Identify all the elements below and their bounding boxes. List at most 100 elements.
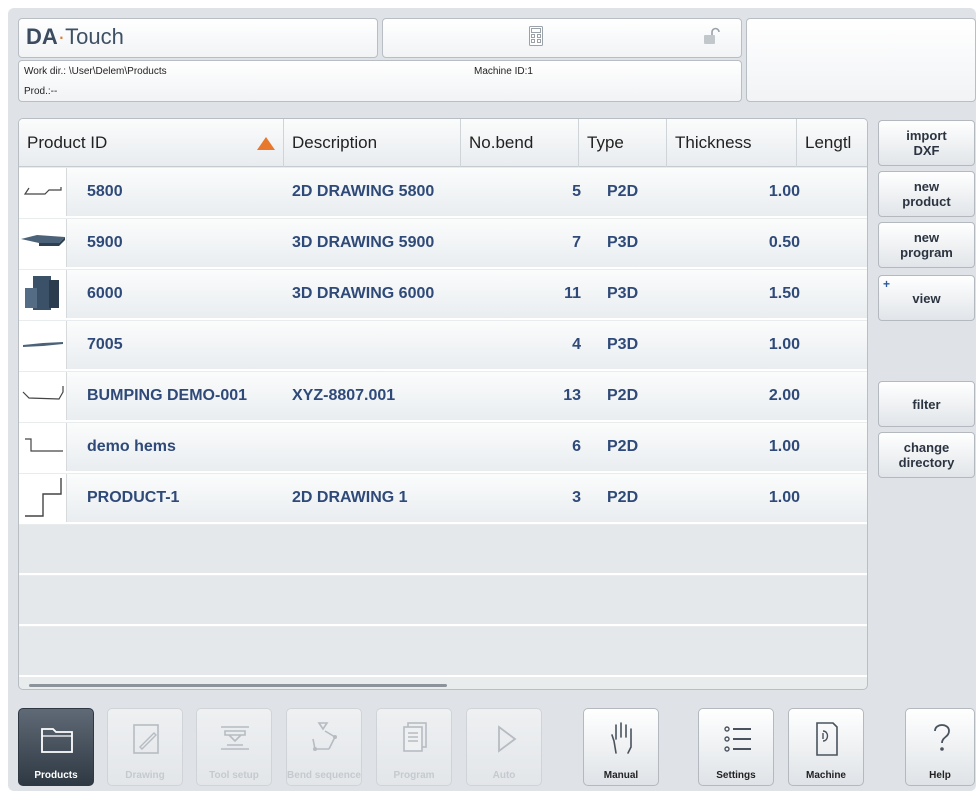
- change-directory-label-2: directory: [898, 455, 955, 470]
- table-row[interactable]: demo hems 6 P2D 1.00: [19, 423, 867, 473]
- table-row[interactable]: BUMPING DEMO-001 XYZ-8807.001 13 P2D 2.0…: [19, 372, 867, 422]
- cell-bends: 13: [563, 387, 581, 404]
- nav-manual[interactable]: Manual: [583, 708, 659, 786]
- cell-thickness: 1.00: [768, 183, 800, 200]
- change-directory-label-1: change: [903, 440, 950, 455]
- cell-bends: 11: [564, 285, 581, 302]
- nav-settings[interactable]: Settings: [698, 708, 774, 786]
- table-header: Product ID Description No.bend Type Thic…: [19, 119, 867, 167]
- nav-machine[interactable]: Machine: [788, 708, 864, 786]
- 2d-outline-thumbnail: [19, 372, 67, 420]
- nav-machine-label: Machine: [805, 770, 846, 781]
- bend-sequence-icon: [312, 722, 337, 751]
- cell-description: 3D DRAWING 6000: [292, 285, 435, 302]
- machine-icon: [816, 722, 838, 756]
- cell-product-id: 7005: [87, 336, 123, 353]
- column-thickness[interactable]: Thickness: [667, 119, 797, 167]
- cell-bends: 5: [572, 183, 581, 200]
- cell-thickness: 2.00: [768, 387, 800, 404]
- logo-rest: Touch: [65, 24, 124, 49]
- drawing-icon: [133, 724, 159, 754]
- cell-description: 2D DRAWING 5800: [292, 183, 435, 200]
- cell-thickness: 0.50: [768, 234, 800, 251]
- status-box: [382, 18, 742, 58]
- import-dxf-button[interactable]: import DXF: [878, 120, 975, 166]
- nav-auto-label: Auto: [492, 770, 516, 781]
- change-directory-button[interactable]: change directory: [878, 432, 975, 478]
- nav-bend-sequence[interactable]: Bend sequence: [286, 708, 362, 786]
- horizontal-scrollbar[interactable]: [29, 684, 447, 687]
- cell-type: P2D: [607, 489, 639, 506]
- cell-thickness: 1.00: [768, 489, 800, 506]
- logo-separator: ·: [57, 24, 66, 49]
- cell-product-id: 5800: [87, 183, 123, 200]
- view-label: view: [912, 290, 941, 306]
- nav-auto[interactable]: Auto: [466, 708, 542, 786]
- cell-type: P3D: [607, 285, 639, 302]
- 3d-part-thumbnail: [19, 270, 67, 318]
- cell-product-id: 6000: [87, 285, 123, 302]
- nav-help[interactable]: Help: [905, 708, 975, 786]
- cell-bends: 3: [572, 489, 581, 506]
- hand-icon: [611, 722, 632, 754]
- table-row[interactable]: 6000 3D DRAWING 6000 11 P3D 1.50: [19, 270, 867, 320]
- logo-bold: DA: [26, 24, 58, 49]
- cell-description: 2D DRAWING 1: [292, 489, 408, 506]
- new-program-label-1: new: [913, 230, 940, 245]
- table-row[interactable]: 7005 4 P3D 1.00: [19, 321, 867, 371]
- tool-setup-icon: [221, 726, 249, 750]
- cell-product-id: BUMPING DEMO-001: [87, 387, 248, 404]
- nav-settings-label: Settings: [716, 770, 756, 781]
- new-product-label-1: new: [913, 179, 940, 194]
- program-icon: [403, 722, 427, 752]
- nav-manual-label: Manual: [603, 770, 639, 781]
- cell-product-id: PRODUCT-1: [87, 489, 180, 506]
- import-dxf-label-1: import: [906, 128, 947, 143]
- plus-icon: +: [883, 277, 891, 291]
- cell-thickness: 1.00: [768, 438, 800, 455]
- table-row[interactable]: 5900 3D DRAWING 5900 7 P3D 0.50: [19, 219, 867, 269]
- empty-row: [19, 525, 867, 575]
- header-right-box: [746, 18, 976, 102]
- folder-icon: [41, 728, 73, 753]
- column-length[interactable]: Lengtl: [797, 119, 867, 167]
- new-program-button[interactable]: new program: [878, 222, 975, 268]
- nav-help-label: Help: [929, 770, 951, 781]
- cell-type: P3D: [607, 234, 639, 251]
- new-program-label-2: program: [900, 245, 953, 260]
- empty-row: [19, 627, 867, 677]
- cell-type: P2D: [607, 183, 639, 200]
- table-row[interactable]: 5800 2D DRAWING 5800 5 P2D 1.00: [19, 168, 867, 218]
- filter-button[interactable]: filter: [878, 381, 975, 427]
- new-product-label-2: product: [902, 194, 951, 209]
- cell-product-id: 5900: [87, 234, 123, 251]
- 2d-outline-thumbnail: [19, 168, 67, 216]
- nav-tool-setup-label: Tool setup: [209, 770, 259, 781]
- nav-program[interactable]: Program: [376, 708, 452, 786]
- empty-row: [19, 576, 867, 626]
- settings-list-icon: [724, 726, 751, 752]
- column-no-bend[interactable]: No.bend: [461, 119, 579, 167]
- unlocked-padlock-icon[interactable]: [703, 27, 721, 45]
- nav-drawing[interactable]: Drawing: [107, 708, 183, 786]
- machine-id-text: Machine ID:1: [474, 66, 533, 77]
- cell-bends: 6: [572, 438, 581, 455]
- table-row[interactable]: PRODUCT-1 2D DRAWING 1 3 P2D 1.00: [19, 474, 867, 524]
- nav-tool-setup[interactable]: Tool setup: [196, 708, 272, 786]
- 3d-part-thumbnail: [19, 219, 67, 267]
- 2d-outline-thumbnail: [19, 474, 67, 522]
- column-type[interactable]: Type: [579, 119, 667, 167]
- question-icon: [934, 724, 950, 751]
- nav-products[interactable]: Products: [18, 708, 94, 786]
- product-text: Prod.:--: [24, 86, 58, 97]
- 2d-outline-thumbnail: [19, 423, 67, 471]
- cell-type: P2D: [607, 438, 639, 455]
- app-logo: DA·Touch: [26, 24, 124, 50]
- calculator-icon[interactable]: [529, 26, 543, 46]
- new-product-button[interactable]: new product: [878, 171, 975, 217]
- nav-bend-sequence-label: Bend sequence: [287, 770, 361, 781]
- nav-drawing-label: Drawing: [125, 770, 165, 781]
- column-description[interactable]: Description: [284, 119, 461, 167]
- view-button[interactable]: + view: [878, 275, 975, 321]
- column-product-id[interactable]: Product ID: [19, 119, 284, 167]
